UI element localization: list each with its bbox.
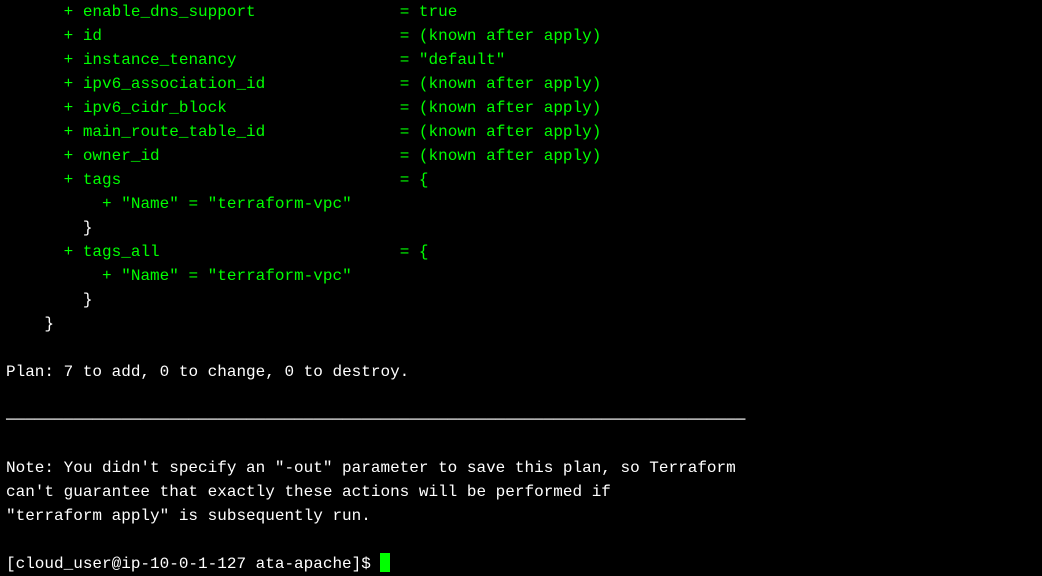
note-line-3: "terraform apply" is subsequently run. [6,504,1042,528]
tags-all-close: } [6,288,1042,312]
tags-close: } [6,216,1042,240]
tags-open: + tags = { [6,168,1042,192]
attr-line: + owner_id = (known after apply) [6,144,1042,168]
tags-nested: + "Name" = "terraform-vpc" [6,192,1042,216]
tags-all-open: + tags_all = { [6,240,1042,264]
plan-summary: Plan: 7 to add, 0 to change, 0 to destro… [6,360,1042,384]
cursor-icon [380,553,390,572]
attr-line: + enable_dns_support = true [6,0,1042,24]
note-line-2: can't guarantee that exactly these actio… [6,480,1042,504]
attr-line: + instance_tenancy = "default" [6,48,1042,72]
closing-brace: } [6,312,1042,336]
attr-line: + ipv6_cidr_block = (known after apply) [6,96,1042,120]
attr-line: + main_route_table_id = (known after app… [6,120,1042,144]
note-line-1: Note: You didn't specify an "-out" param… [6,456,1042,480]
terminal-output[interactable]: + enable_dns_support = true + id = (know… [0,0,1042,576]
prompt-line[interactable]: [cloud_user@ip-10-0-1-127 ata-apache]$ [6,552,1042,576]
divider: ────────────────────────────────────────… [6,408,1042,432]
attr-line: + id = (known after apply) [6,24,1042,48]
tags-all-nested: + "Name" = "terraform-vpc" [6,264,1042,288]
attr-line: + ipv6_association_id = (known after app… [6,72,1042,96]
